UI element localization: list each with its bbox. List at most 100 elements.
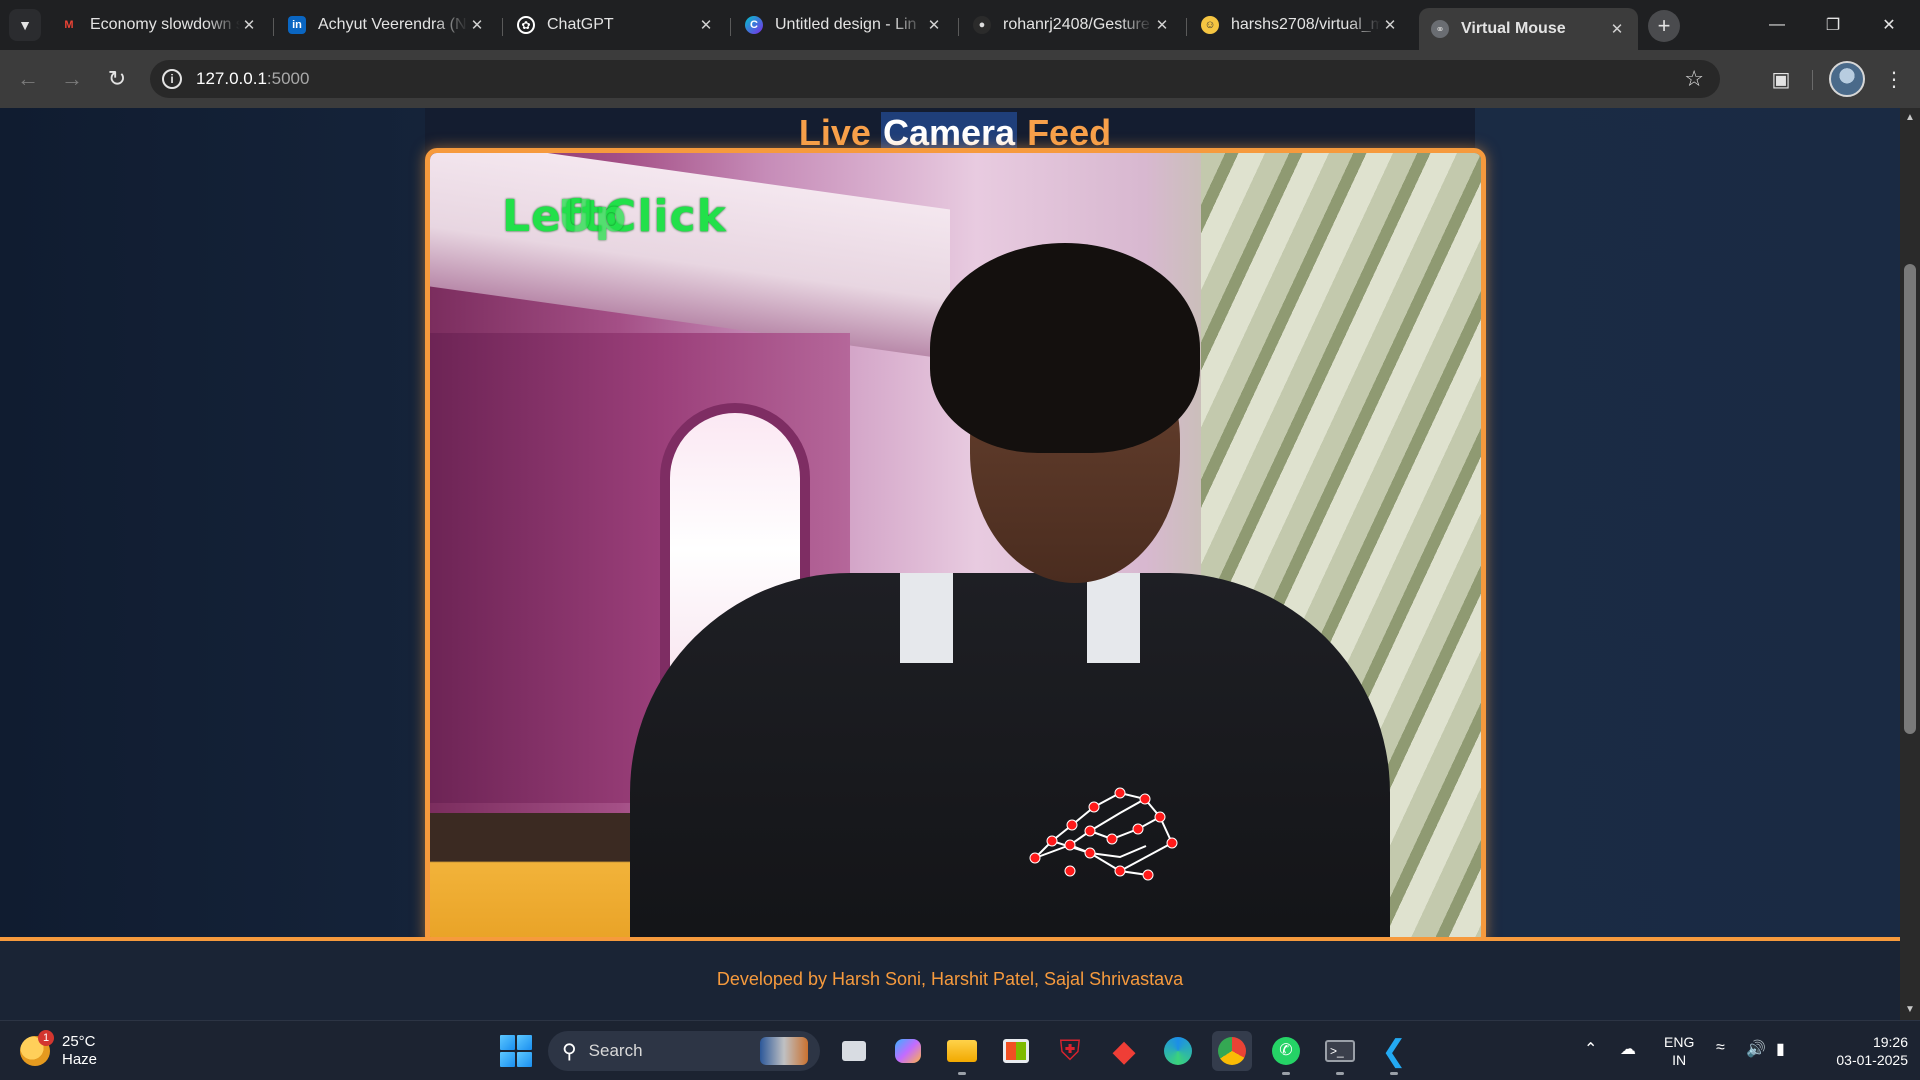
clock-date: 03-01-2025 xyxy=(1836,1052,1908,1068)
windows-logo-icon xyxy=(500,1035,515,1050)
title-word-camera-selected: Camera xyxy=(880,112,1018,153)
file-explorer-button[interactable] xyxy=(942,1031,982,1075)
browser-tab[interactable]: C Untitled design - Lin ✕ xyxy=(733,8,955,42)
profile-avatar[interactable] xyxy=(1829,61,1865,97)
reload-button[interactable]: ↻ xyxy=(99,61,135,97)
restore-button[interactable]: ❐ xyxy=(1810,8,1856,42)
task-view-icon xyxy=(842,1041,866,1061)
taskbar-clock[interactable]: 19:26 03-01-2025 xyxy=(1812,1033,1908,1069)
chrome-button[interactable] xyxy=(1212,1031,1252,1071)
restore-icon: ❐ xyxy=(1825,17,1841,34)
back-button[interactable]: ← xyxy=(10,61,46,97)
tab-divider xyxy=(502,18,503,36)
address-bar[interactable]: i 127.0.0.1:5000 ☆ xyxy=(150,60,1720,98)
scroll-down-icon[interactable]: ▼ xyxy=(1904,1004,1916,1015)
search-label: Search xyxy=(588,1041,643,1060)
weather-widget[interactable]: 1 25°C Haze xyxy=(20,1030,97,1071)
shield-icon: ⛨ xyxy=(1059,1034,1081,1066)
browser-tab-strip: ▼ M Economy slowdown s ✕ in Achyut Veere… xyxy=(0,0,1920,50)
anydesk-button[interactable]: ◆ xyxy=(1104,1031,1144,1071)
tab-title: ChatGPT xyxy=(547,16,614,33)
bookmark-star-icon[interactable]: ☆ xyxy=(1684,66,1704,92)
close-icon[interactable]: ✕ xyxy=(697,16,715,34)
minimize-button[interactable]: — xyxy=(1754,8,1800,42)
language-indicator[interactable]: ENG IN xyxy=(1664,1033,1694,1069)
tab-title: Economy slowdown s xyxy=(90,16,240,33)
chatgpt-icon: ✿ xyxy=(517,16,535,34)
extensions-button[interactable]: ▣ xyxy=(1763,61,1799,97)
scrollbar-thumb[interactable] xyxy=(1904,264,1916,734)
search-icon: ⚲ xyxy=(562,1040,577,1063)
close-icon[interactable]: ✕ xyxy=(468,16,486,34)
close-icon[interactable]: ✕ xyxy=(1381,16,1399,34)
terminal-icon: >_ xyxy=(1325,1040,1355,1062)
tab-divider xyxy=(958,18,959,36)
puzzle-icon: ▣ xyxy=(1771,68,1791,91)
edge-button[interactable] xyxy=(1158,1031,1198,1071)
weather-text: 25°C Haze xyxy=(62,1033,97,1069)
gmail-icon: M xyxy=(64,19,74,31)
close-icon[interactable]: ✕ xyxy=(240,16,258,34)
chevron-down-icon: ▼ xyxy=(18,17,32,33)
kebab-menu-icon: ⋮ xyxy=(1884,68,1904,91)
forward-button[interactable]: → xyxy=(54,61,90,97)
canva-icon: C xyxy=(745,16,763,34)
browser-tab[interactable]: in Achyut Veerendra (N ✕ xyxy=(276,8,498,42)
notification-badge: 1 xyxy=(38,1030,54,1046)
terminal-button[interactable]: >_ xyxy=(1320,1031,1360,1075)
site-info-icon[interactable]: i xyxy=(162,69,182,89)
footer-credits: Developed by Harsh Soni, Harshit Patel, … xyxy=(716,969,1184,989)
browser-tab[interactable]: ● rohanrj2408/Gesture ✕ xyxy=(961,8,1183,42)
browser-menu-button[interactable]: ⋮ xyxy=(1876,61,1912,97)
close-icon: ✕ xyxy=(1882,17,1896,34)
close-icon[interactable]: ✕ xyxy=(1153,16,1171,34)
mcafee-button[interactable]: ⛨ xyxy=(1050,1031,1090,1071)
github-icon: ● xyxy=(973,16,991,34)
weather-temperature: 25°C xyxy=(62,1033,96,1050)
whatsapp-icon: ✆ xyxy=(1272,1037,1300,1065)
vscode-icon: ❮ xyxy=(1381,1034,1407,1068)
close-window-button[interactable]: ✕ xyxy=(1866,8,1912,42)
url-host: 127.0.0.1 xyxy=(196,69,267,88)
onedrive-cloud-icon[interactable]: ☁ xyxy=(1620,1039,1636,1059)
scroll-up-icon[interactable]: ▲ xyxy=(1904,112,1916,123)
task-view-button[interactable] xyxy=(834,1031,874,1071)
store-icon xyxy=(1003,1039,1029,1063)
taskbar-search[interactable]: ⚲ Search xyxy=(548,1031,820,1071)
start-button[interactable] xyxy=(500,1035,532,1067)
github-icon: ☺ xyxy=(1201,16,1219,34)
close-icon[interactable]: ✕ xyxy=(925,16,943,34)
browser-tab[interactable]: ✿ ChatGPT ✕ xyxy=(505,8,727,42)
tab-title: Untitled design - Lin xyxy=(775,16,917,33)
camera-feed-frame: LeftClick Up xyxy=(425,148,1486,948)
close-icon[interactable]: ✕ xyxy=(1608,20,1626,38)
microsoft-store-button[interactable] xyxy=(996,1031,1036,1071)
diamond-icon: ◆ xyxy=(1112,1034,1136,1068)
clock-time: 19:26 xyxy=(1872,1034,1908,1050)
copilot-icon xyxy=(895,1039,921,1063)
tab-search-button[interactable]: ▼ xyxy=(9,9,41,41)
browser-tab[interactable]: ☺ harshs2708/virtual_m ✕ xyxy=(1189,8,1411,42)
chevron-up-icon[interactable]: ⌃ xyxy=(1584,1039,1597,1059)
volume-icon[interactable]: 🔊 xyxy=(1746,1039,1766,1059)
new-tab-button[interactable]: + xyxy=(1648,10,1680,42)
page-footer: Developed by Harsh Soni, Harshit Patel, … xyxy=(0,941,1900,1020)
windows-taskbar: 1 25°C Haze ⚲ Search ⛨ ◆ ✆ >_ ❮ ⌃ ☁ ENG … xyxy=(0,1020,1920,1080)
weather-sun-icon: 1 xyxy=(20,1030,54,1066)
vscode-button[interactable]: ❮ xyxy=(1374,1031,1414,1075)
copilot-button[interactable] xyxy=(888,1031,928,1071)
battery-icon[interactable]: ▮ xyxy=(1776,1039,1785,1059)
tab-title: Virtual Mouse xyxy=(1461,20,1566,37)
plus-icon: + xyxy=(1657,13,1671,38)
wifi-icon[interactable]: ≈ xyxy=(1716,1039,1725,1057)
whatsapp-button[interactable]: ✆ xyxy=(1266,1031,1306,1075)
browser-tab-active[interactable]: ⚭ Virtual Mouse ✕ xyxy=(1419,8,1638,50)
url-text: 127.0.0.1:5000 xyxy=(196,69,309,89)
browser-tab[interactable]: M Economy slowdown s ✕ xyxy=(48,8,270,42)
page-scrollbar[interactable]: ▲ ▼ xyxy=(1900,108,1920,1020)
hand-landmarks-overlay xyxy=(1029,787,1178,881)
minimize-icon: — xyxy=(1769,16,1785,33)
tab-divider xyxy=(730,18,731,36)
arrow-left-icon: ← xyxy=(17,66,39,91)
language-code: ENG xyxy=(1664,1034,1695,1050)
